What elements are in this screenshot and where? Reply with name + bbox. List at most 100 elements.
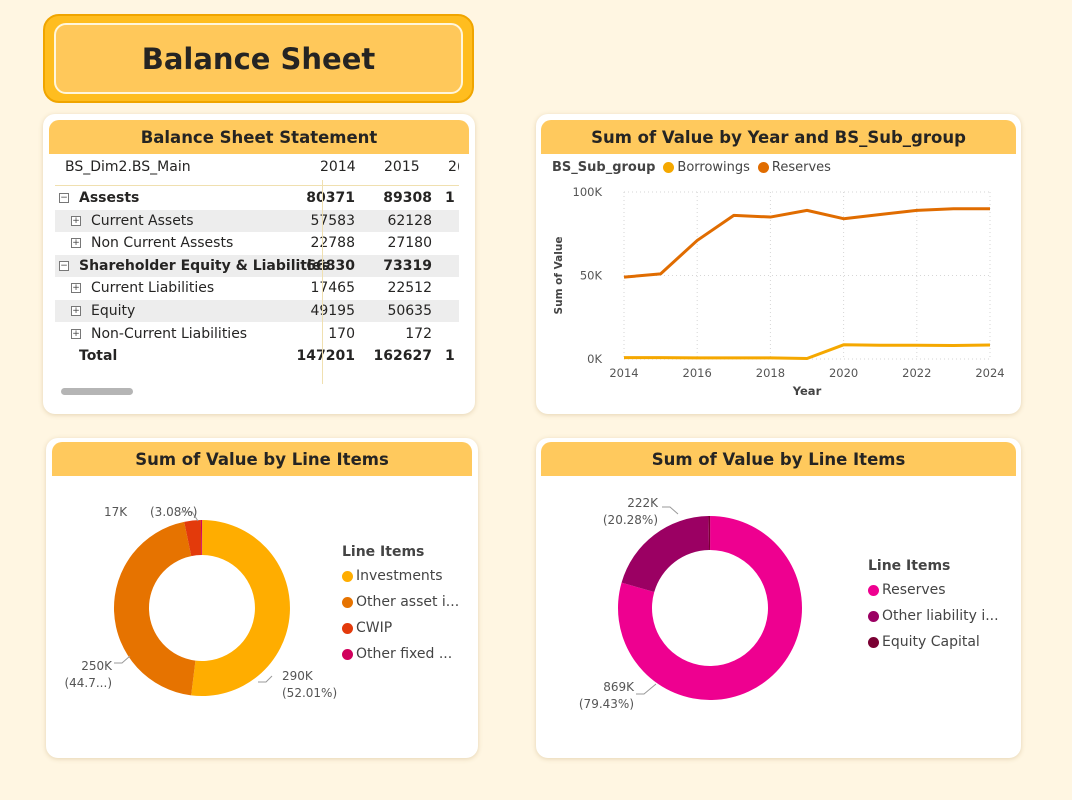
legend-marker (342, 648, 353, 660)
donut-slice[interactable] (113, 521, 196, 696)
table-cell: 57583 (310, 212, 355, 229)
row-label: Current Assets (91, 212, 194, 229)
legend-item-investments[interactable]: Investments (342, 568, 459, 584)
horizontal-scrollbar[interactable] (61, 388, 133, 395)
donut-legend: Line Items Reserves Other liability i...… (868, 558, 999, 650)
row-label: Shareholder Equity & Liabilities (79, 257, 330, 274)
donut-slice[interactable] (621, 516, 710, 592)
x-tick-label: 2014 (609, 366, 638, 380)
row-label: Non-Current Liabilities (91, 325, 248, 342)
label-leader-line (662, 506, 679, 515)
table-cell (435, 323, 459, 345)
column-header-year[interactable]: 2014 (320, 156, 356, 178)
y-tick-label: 0K (587, 352, 602, 366)
table-cell: 66830 (306, 257, 355, 274)
row-label: Current Liabilities (91, 280, 215, 297)
table-row[interactable]: + Non-Current Liabilities 170 172 (55, 323, 459, 345)
table-cell: 22788 (310, 235, 355, 252)
data-label-value: 17K (104, 505, 128, 519)
row-label: Equity (91, 303, 136, 319)
table-row[interactable]: + Current Liabilities 17465 22512 (55, 277, 459, 299)
table-cell: 172 (405, 325, 432, 342)
line-chart[interactable]: 0K50K100K2014 2016 2018 2020 2022 2024YearSum… (536, 114, 1021, 414)
label-leader-line (114, 655, 131, 664)
table-row[interactable]: − Assests 80371 89308 1 (55, 187, 459, 209)
series-line-reserves[interactable] (623, 207, 990, 279)
donut-slice[interactable] (191, 520, 290, 696)
legend-item-other-asset[interactable]: Other asset i... (342, 594, 459, 610)
legend-title: Line Items (342, 544, 425, 560)
table-cell: 62128 (387, 212, 432, 229)
series-line-borrowings[interactable] (624, 343, 991, 360)
legend-item-other-liability[interactable]: Other liability i... (868, 608, 999, 624)
label-leader-line (258, 675, 273, 683)
expand-icon[interactable]: + (71, 283, 81, 294)
expand-icon[interactable]: + (71, 328, 81, 339)
data-label-percent: (20.28%) (603, 513, 658, 527)
legend-item-equity-capital[interactable]: Equity Capital (868, 634, 999, 650)
expand-icon[interactable]: + (71, 215, 81, 226)
legend-marker (868, 584, 879, 596)
legend-label: Investments (356, 568, 443, 584)
y-axis-title: Sum of Value (553, 237, 565, 315)
table-row[interactable]: + Non Current Assests 22788 27180 (55, 232, 459, 254)
legend-marker (868, 610, 879, 622)
y-tick-label: 50K (580, 269, 603, 283)
legend-item-other-fixed[interactable]: Other fixed ... (342, 646, 459, 662)
x-tick-label: 2022 (902, 366, 931, 380)
row-label: Non Current Assests (91, 235, 234, 252)
expand-icon[interactable]: + (71, 238, 81, 249)
legend-label: Equity Capital (882, 634, 980, 650)
donut-chart-assets-card: Sum of Value by Line Items 17K (3.08%) 250… (46, 438, 478, 758)
table-cell: 27180 (387, 235, 432, 252)
table-cell: 1 (445, 190, 455, 206)
table-cell (435, 255, 459, 277)
legend-item-cwip[interactable]: CWIP (342, 620, 459, 636)
table-row[interactable]: − Shareholder Equity & Liabilities 66830 73… (55, 254, 459, 277)
x-axis-title: Year (792, 384, 822, 398)
page-title: Balance Sheet (141, 41, 376, 76)
table-cell (435, 210, 459, 232)
legend-label: Other asset i... (356, 594, 460, 610)
data-label-percent: (44.7...) (64, 676, 112, 690)
table-cell: 1 (445, 348, 455, 365)
table-cell: 147201 (296, 348, 355, 365)
table-row[interactable]: + Current Assets 57583 62128 (55, 209, 459, 232)
table-row[interactable]: Total 147201 162627 1 (55, 345, 459, 367)
table-cell: 80371 (306, 190, 355, 206)
table-cell: 49195 (310, 303, 355, 319)
table-cell: 162627 (373, 348, 432, 365)
line-chart-card: Sum of Value by Year and BS_Sub_group BS… (536, 114, 1021, 414)
matrix-table[interactable]: BS_Dim2.BS_Main 2014 2015 2( −Assests803… (55, 154, 467, 394)
table-cell (435, 232, 459, 254)
table-cell: 22512 (387, 280, 432, 297)
data-label-value: 290K (282, 669, 314, 683)
column-header-main[interactable]: BS_Dim2.BS_Main (65, 156, 191, 178)
collapse-icon[interactable]: − (59, 260, 69, 271)
legend-item-reserves[interactable]: Reserves (868, 582, 999, 598)
row-label: Assests (79, 190, 140, 206)
column-header-year[interactable]: 2015 (384, 156, 420, 178)
legend-marker (342, 570, 353, 582)
balance-sheet-table-card: Balance Sheet Statement BS_Dim2.BS_Main … (43, 114, 475, 414)
collapse-icon[interactable]: − (59, 193, 69, 203)
label-leader-line (636, 683, 657, 695)
table-cell: 170 (328, 325, 355, 342)
table-cell: 50635 (387, 303, 432, 319)
legend-label: Other fixed ... (356, 646, 453, 662)
data-label-value: 222K (627, 496, 659, 510)
column-header-year[interactable]: 2( (448, 156, 459, 178)
legend-label: CWIP (356, 620, 393, 636)
data-label-percent: (3.08%) (150, 505, 197, 519)
y-tick-label: 100K (573, 185, 603, 199)
table-row[interactable]: + Equity 49195 50635 (55, 300, 459, 322)
legend-marker (868, 636, 879, 648)
row-label: Total (79, 348, 118, 365)
legend-label: Other liability i... (882, 608, 999, 624)
table-cell: 89308 (383, 190, 432, 206)
expand-icon[interactable]: + (71, 306, 81, 316)
legend-marker (342, 622, 353, 634)
donut-legend: Line Items Investments Other asset i... … (342, 544, 459, 662)
table-cell: 73319 (383, 257, 432, 274)
data-label-value: 869K (603, 680, 635, 694)
